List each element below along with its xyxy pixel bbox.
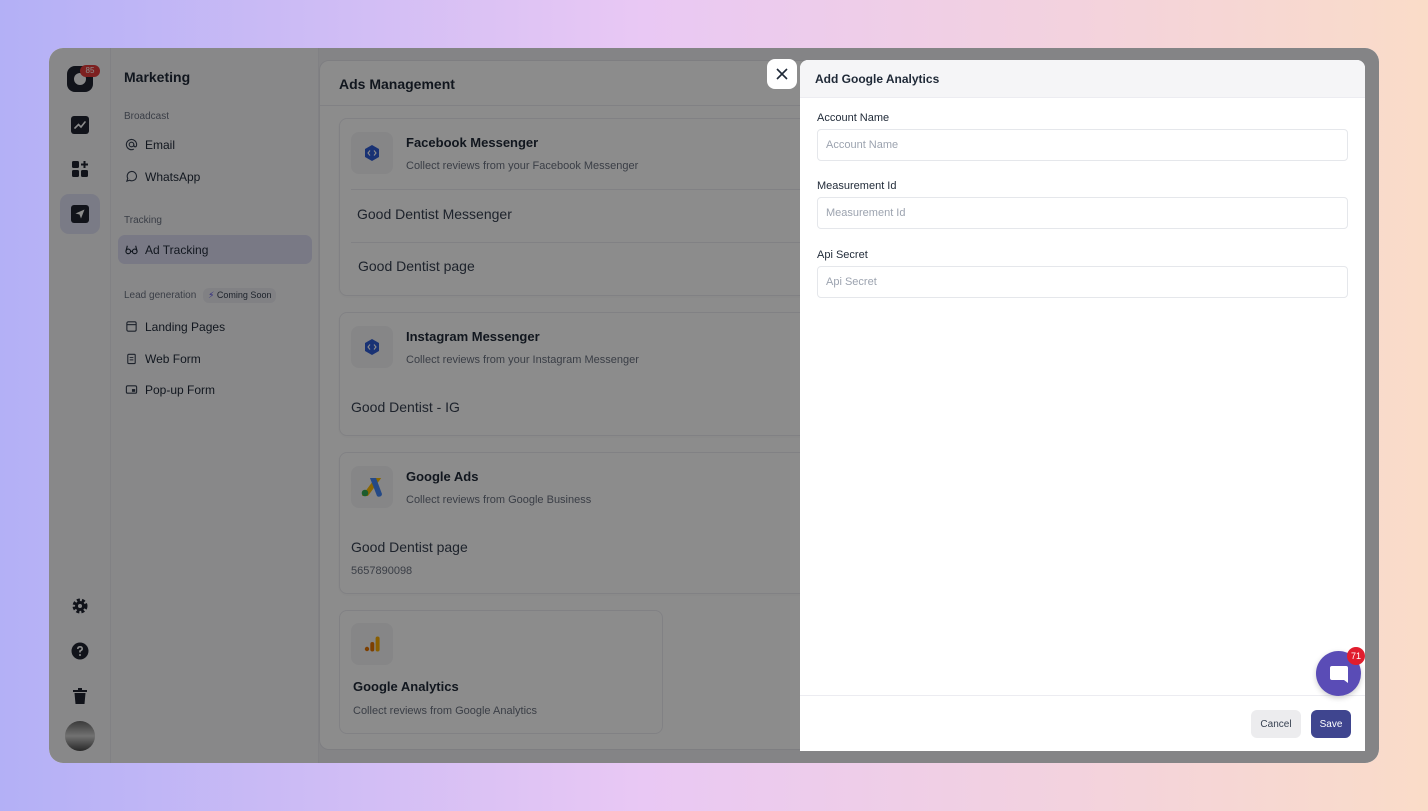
account-name-label: Account Name — [817, 112, 890, 124]
close-icon — [776, 68, 788, 80]
chat-unread-badge: 71 — [1347, 647, 1365, 665]
measurement-id-label: Measurement Id — [817, 180, 897, 192]
api-secret-input[interactable] — [817, 266, 1348, 298]
measurement-id-input[interactable] — [817, 197, 1348, 229]
api-secret-label: Api Secret — [817, 249, 868, 261]
save-button[interactable]: Save — [1311, 710, 1351, 738]
chat-bubble-icon — [1329, 665, 1348, 683]
app-window: 85 Marketing Broadcast Email WhatsApp Tr… — [49, 48, 1379, 763]
account-name-input[interactable] — [817, 129, 1348, 161]
cancel-button[interactable]: Cancel — [1251, 710, 1301, 738]
close-drawer-button[interactable] — [767, 59, 797, 89]
drawer-footer: Cancel Save — [800, 695, 1365, 751]
add-google-analytics-drawer: Add Google Analytics Account Name Measur… — [800, 60, 1365, 751]
drawer-title: Add Google Analytics — [800, 60, 1365, 98]
